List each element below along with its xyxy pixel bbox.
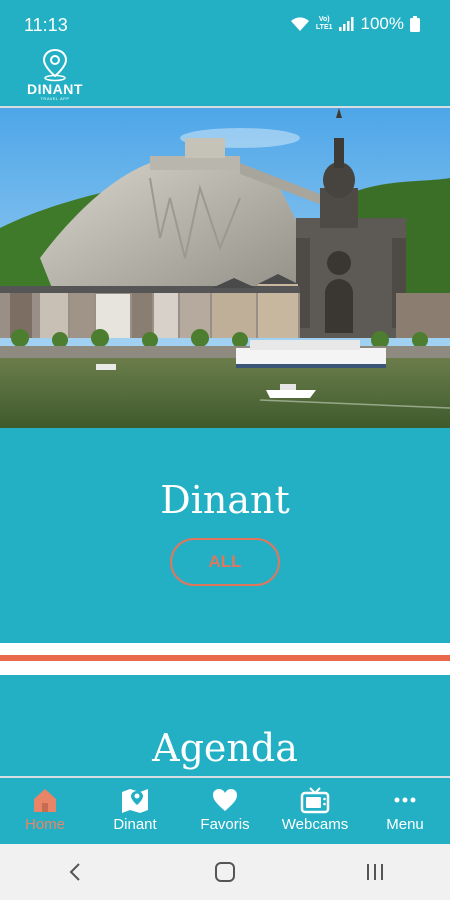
battery-icon [410, 16, 420, 32]
back-chevron-icon [69, 863, 80, 881]
divider-white-bottom [0, 661, 450, 675]
location-pin-icon [42, 48, 68, 82]
system-back-button[interactable] [45, 852, 105, 892]
tv-icon [300, 787, 330, 814]
nav-menu[interactable]: Menu [360, 778, 450, 844]
status-icons: Vo) LTE1 100% [290, 14, 420, 34]
nav-label-menu: Menu [386, 816, 424, 833]
section-title-agenda: Agenda [152, 726, 298, 770]
home-square-icon [215, 862, 235, 882]
divider-white-top [0, 643, 450, 655]
map-icon [122, 789, 148, 813]
nav-label-favoris: Favoris [200, 816, 250, 833]
recents-icon [367, 864, 383, 880]
section-dinant: Dinant ALL [0, 428, 450, 643]
system-home-button[interactable] [195, 852, 255, 892]
more-icon [394, 797, 416, 803]
nav-home[interactable]: Home [0, 778, 90, 844]
wifi-icon [290, 17, 309, 31]
app-logo[interactable]: DINANT TRAVEL APP [24, 48, 86, 101]
system-nav-bar [0, 844, 450, 900]
heart-icon [213, 789, 237, 811]
battery-percent: 100% [360, 14, 404, 33]
section-agenda: Agenda [0, 676, 450, 776]
volte-indicator: Vo) LTE1 [315, 16, 333, 31]
dinant-panorama [0, 108, 450, 428]
app-header: DINANT TRAVEL APP [0, 44, 450, 108]
home-icon [34, 789, 56, 812]
signal-icon [338, 17, 354, 31]
section-title-dinant: Dinant [160, 478, 290, 522]
bottom-nav: Home Dinant Favoris Webcams Menu [0, 776, 450, 844]
system-recents-button[interactable] [345, 852, 405, 892]
nav-label-dinant: Dinant [113, 816, 157, 833]
status-time: 11:13 [24, 15, 68, 35]
nav-favoris[interactable]: Favoris [180, 778, 270, 844]
status-bar: 11:13 Vo) LTE1 100% [0, 0, 450, 50]
hero-image [0, 108, 450, 428]
nav-webcams[interactable]: Webcams [270, 778, 360, 844]
all-button[interactable]: ALL [170, 538, 280, 586]
nav-dinant[interactable]: Dinant [90, 778, 180, 844]
nav-label-webcams: Webcams [281, 816, 349, 833]
logo-text: DINANT [27, 81, 83, 97]
nav-label-home: Home [24, 816, 65, 833]
